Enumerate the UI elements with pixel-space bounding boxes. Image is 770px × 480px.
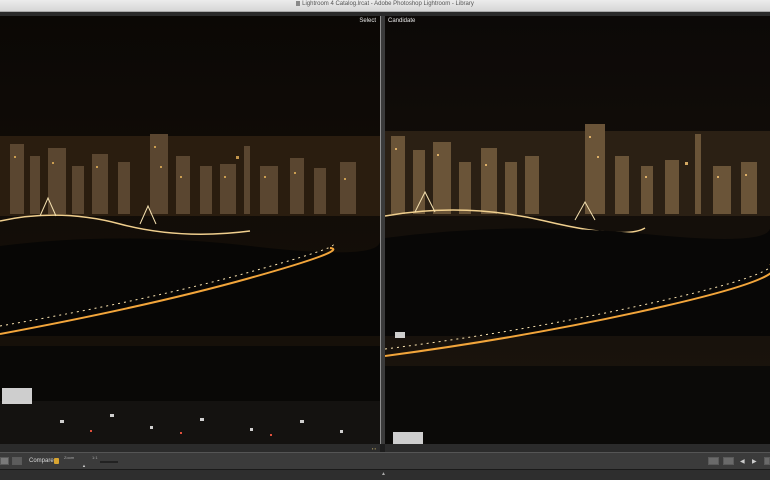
zoom-slider-knob-icon[interactable]: ▲ [82, 463, 86, 468]
select-photo [0, 16, 380, 444]
swap-button[interactable] [708, 457, 719, 465]
zoom-slider[interactable] [100, 461, 118, 463]
make-select-button[interactable] [723, 457, 734, 465]
zoom-ratio: 1:1 [92, 455, 98, 460]
window-title-text: Lightroom 4 Catalog.lrcat - Adobe Photos… [302, 1, 474, 7]
select-label: Select [359, 18, 376, 24]
candidate-label: Candidate [388, 18, 416, 24]
filmstrip-handle-bar: ▲ [0, 470, 770, 480]
select-status-strip: ▪ ▪ [0, 444, 380, 452]
view-mode-compare-button[interactable] [12, 457, 22, 465]
done-button[interactable] [764, 457, 770, 465]
candidate-status-strip [385, 444, 770, 452]
next-arrow-icon[interactable]: ▶ [752, 458, 757, 465]
compare-label: Compare [29, 458, 54, 464]
select-image-pane[interactable]: Select [0, 16, 380, 444]
compare-toolbar: Compare Zoom ▲ 1:1 ◀ ▶ [0, 452, 770, 470]
document-icon [296, 1, 301, 6]
window-titlebar: Lightroom 4 Catalog.lrcat - Adobe Photos… [0, 0, 770, 12]
previous-arrow-icon[interactable]: ◀ [740, 458, 745, 465]
window-title: Lightroom 4 Catalog.lrcat - Adobe Photos… [0, 1, 770, 7]
zoom-label: Zoom [64, 455, 75, 460]
candidate-photo [385, 16, 770, 444]
lock-icon[interactable] [54, 458, 59, 464]
flag-icon[interactable]: ▪ ▪ [372, 446, 376, 451]
candidate-image-pane[interactable]: Candidate [385, 16, 770, 444]
view-mode-grid-button[interactable] [0, 457, 9, 465]
filmstrip-toggle-icon[interactable]: ▲ [381, 471, 386, 477]
